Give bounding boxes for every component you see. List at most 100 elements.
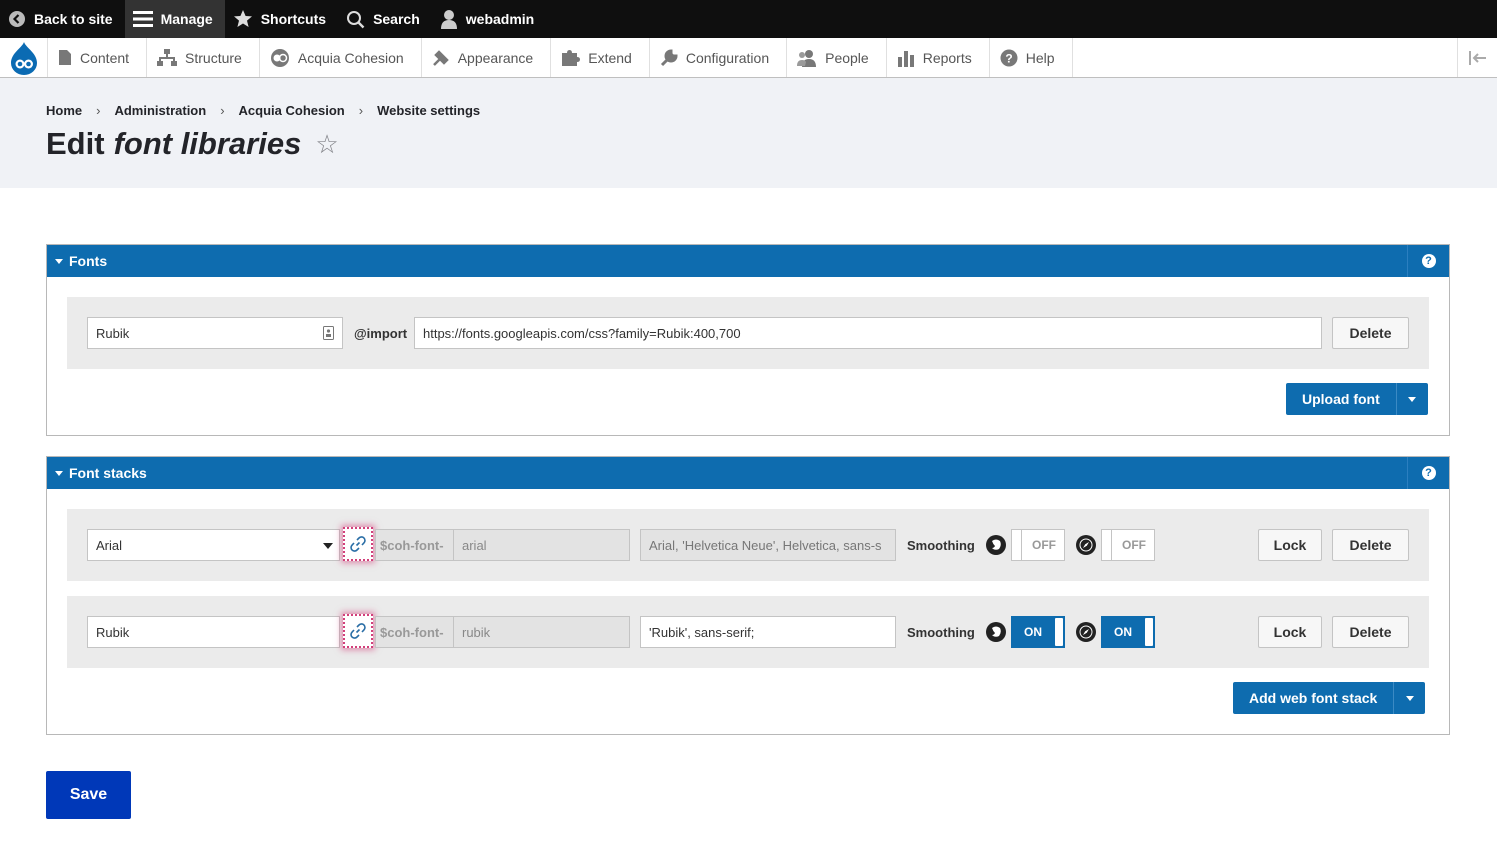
breadcrumb-website-settings[interactable]: Website settings [377,103,480,118]
toggle-knob [1145,618,1153,646]
user-label: webadmin [465,11,535,27]
moz-smoothing-toggle[interactable]: OFF [1101,529,1155,561]
add-web-font-stack-button[interactable]: Add web font stack [1233,682,1426,714]
fonts-panel-title: Fonts [69,253,108,269]
breadcrumb-administration[interactable]: Administration [114,103,206,118]
variable-prefix-text: $coh-font- [380,624,444,640]
import-label: @import [354,326,408,341]
select-arrow-icon [323,543,333,549]
fonts-help-button[interactable]: ? [1407,245,1449,277]
variable-prefix-text: $coh-font- [380,537,444,553]
delete-stack-button[interactable]: Delete [1332,529,1409,561]
link-variable-button[interactable] [343,527,373,561]
breadcrumb-acquia-cohesion[interactable]: Acquia Cohesion [239,103,345,118]
tray-item-configuration[interactable]: Configuration [650,38,788,77]
font-row: Rubik @import https://fonts.googleapis.c… [67,297,1429,369]
variable-name-input[interactable]: rubik [453,616,630,648]
delete-stack-button[interactable]: Delete [1332,616,1409,648]
caret-down-icon [55,470,63,476]
drupal-drop-icon [10,41,37,75]
tray-item-label: Reports [922,49,972,66]
admin-toolbar: Back to site Manage Shortcuts Search web… [0,0,1497,38]
variable-name-input[interactable]: arial [453,529,630,561]
lock-button[interactable]: Lock [1258,529,1322,561]
help-icon: ? [1000,49,1018,66]
toggle-state: OFF [1122,538,1146,552]
font-stacks-panel-header[interactable]: Font stacks ? [47,457,1449,489]
help-icon: ? [1421,466,1436,480]
toggle-knob [1102,530,1112,560]
font-stacks-help-button[interactable]: ? [1407,457,1449,489]
font-stack-select[interactable]: Arial [87,529,340,561]
font-stacks-panel-title: Font stacks [69,465,147,481]
collapse-left-icon [1468,50,1486,65]
breadcrumb-separator-icon: › [220,103,225,118]
drupal-logo[interactable] [0,38,48,77]
chevron-down-icon [1405,695,1414,701]
toggle-knob [1055,618,1063,646]
tray-item-acquia-cohesion[interactable]: Acquia Cohesion [260,38,422,77]
back-to-site-label: Back to site [34,11,113,27]
tray-item-label: Content [80,49,130,66]
tray-item-reports[interactable]: Reports [887,38,990,77]
add-web-font-stack-label[interactable]: Add web font stack [1233,682,1393,714]
moz-smoothing-toggle[interactable]: ON [1101,616,1155,648]
webkit-smoothing-toggle[interactable]: ON [1011,616,1065,648]
tray-item-label: Help [1025,49,1055,66]
variable-name-value: arial [462,537,487,553]
back-to-site-link[interactable]: Back to site [0,0,125,38]
search-tab[interactable]: Search [338,0,432,38]
page-title: Edit font libraries ☆ [46,126,339,162]
font-stack-name-input[interactable]: Rubik [87,616,340,648]
upload-font-button[interactable]: Upload font [1286,383,1428,415]
smoothing-label: Smoothing [907,625,975,640]
delete-font-button[interactable]: Delete [1332,317,1409,349]
svg-text:?: ? [1005,51,1012,65]
import-url-input[interactable]: https://fonts.googleapis.com/css?family=… [414,317,1322,349]
variable-prefix: $coh-font- [375,529,454,561]
page-title-em: font libraries [113,126,302,161]
shortcut-star-icon[interactable]: ☆ [315,129,338,160]
breadcrumb: Home › Administration › Acquia Cohesion … [46,103,480,118]
tray-item-extend[interactable]: Extend [551,38,650,77]
breadcrumb-home[interactable]: Home [46,103,82,118]
font-stack-value: 'Rubik', sans-serif; [649,624,755,640]
tray-item-help[interactable]: ? Help [990,38,1073,77]
firefox-icon [986,622,1006,642]
variable-name-value: rubik [462,624,491,640]
shortcuts-tab[interactable]: Shortcuts [225,0,338,38]
font-stack-input[interactable]: 'Rubik', sans-serif; [640,616,896,648]
toggle-state: ON [1024,625,1042,639]
search-label: Search [373,11,420,27]
page-header: Home › Administration › Acquia Cohesion … [0,78,1497,188]
lock-button[interactable]: Lock [1258,616,1322,648]
font-name-input[interactable]: Rubik [87,317,343,349]
tray-item-people[interactable]: People [787,38,887,77]
link-icon [350,623,366,639]
tray-item-label: Acquia Cohesion [297,49,404,66]
search-icon [347,10,365,28]
upload-font-label[interactable]: Upload font [1286,383,1396,415]
font-stack-input[interactable]: Arial, 'Helvetica Neue', Helvetica, sans… [640,529,896,561]
tray-item-content[interactable]: Content [48,38,148,77]
admin-menu-tray: Content Structure Acquia Cohesion Appear… [0,38,1497,78]
webkit-smoothing-toggle[interactable]: OFF [1011,529,1065,561]
fonts-panel-header[interactable]: Fonts ? [47,245,1449,277]
font-stack-row: Arial $coh-font- arial Arial, 'Helvetica… [67,509,1429,581]
tray-item-structure[interactable]: Structure [147,38,260,77]
font-name-value: Rubik [96,325,130,341]
user-tab[interactable]: webadmin [432,0,546,38]
font-stack-value: Arial, 'Helvetica Neue', Helvetica, sans… [649,537,882,553]
tray-item-label: Configuration [685,49,770,66]
link-variable-button[interactable] [343,614,373,648]
toggle-state: OFF [1032,538,1056,552]
add-stack-dropdown[interactable] [1393,682,1425,714]
tray-orientation-toggle[interactable] [1457,38,1497,77]
caret-down-icon [55,258,63,264]
upload-font-dropdown[interactable] [1395,383,1428,415]
tray-item-appearance[interactable]: Appearance [422,38,552,77]
save-button[interactable]: Save [46,771,131,819]
manage-tab[interactable]: Manage [124,0,225,38]
font-stack-row: Rubik $coh-font- rubik 'Rubik', sans-ser… [67,596,1429,668]
tray-item-label: Extend [588,49,632,66]
